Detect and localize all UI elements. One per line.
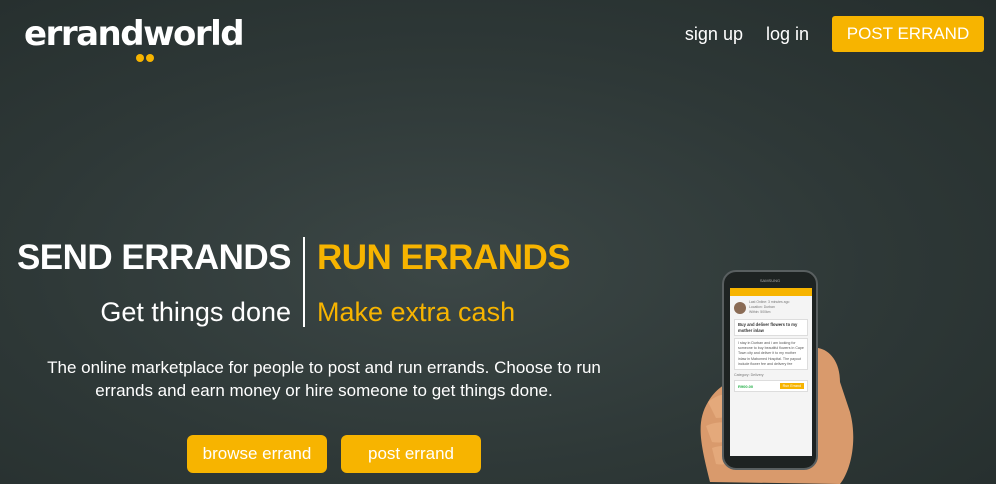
errand-footer: R900.00 Run Errand [734,380,808,393]
make-extra-cash-subtitle: Make extra cash [317,297,516,327]
errand-body-card: I stay in Durban and i am looking for so… [734,338,808,371]
avatar [734,302,746,314]
hero-description: The online marketplace for people to pos… [47,358,601,400]
meta-line: Within: 500km [749,310,771,314]
log-in-link[interactable]: log in [766,24,809,45]
phone-device: SAMSUNG Last Online: 3 minutes ago Locat… [722,270,818,470]
get-things-done-subtitle: Get things done [100,297,291,327]
errand-body: I stay in Durban and i am looking for so… [738,341,804,366]
phone-status-bar [730,288,812,296]
hero-title-row: SEND ERRANDS RUN ERRANDS [0,236,600,280]
top-nav: sign up log in POST ERRAND [685,16,984,52]
logo-dots-icon [136,54,154,62]
post-errand-button[interactable]: post errand [341,435,481,473]
post-errand-nav-button[interactable]: POST ERRAND [832,16,984,52]
logo-text: errandworld [24,14,245,54]
run-errand-button: Run Errand [779,383,804,390]
errand-header: Last Online: 3 minutes ago Location: Dur… [730,296,812,317]
phone-illustration: SAMSUNG Last Online: 3 minutes ago Locat… [690,262,870,484]
browse-errand-button[interactable]: browse errand [187,435,327,473]
errand-price: R900.00 [738,383,754,389]
errand-title-card: Buy and deliver flowers to my mother inl… [734,319,808,336]
logo[interactable]: errandworld [24,14,245,62]
phone-screen: Last Online: 3 minutes ago Location: Dur… [730,288,812,456]
send-errands-title: SEND ERRANDS [16,238,292,277]
errand-title: Buy and deliver flowers to my mother inl… [738,322,798,333]
hero-subtitle-row: Get things done Make extra cash [0,294,600,330]
sign-up-link[interactable]: sign up [685,24,743,45]
run-errands-title: RUN ERRANDS [317,238,571,277]
errand-category: Category: Delivery [734,373,764,378]
phone-brand: SAMSUNG [759,278,781,283]
